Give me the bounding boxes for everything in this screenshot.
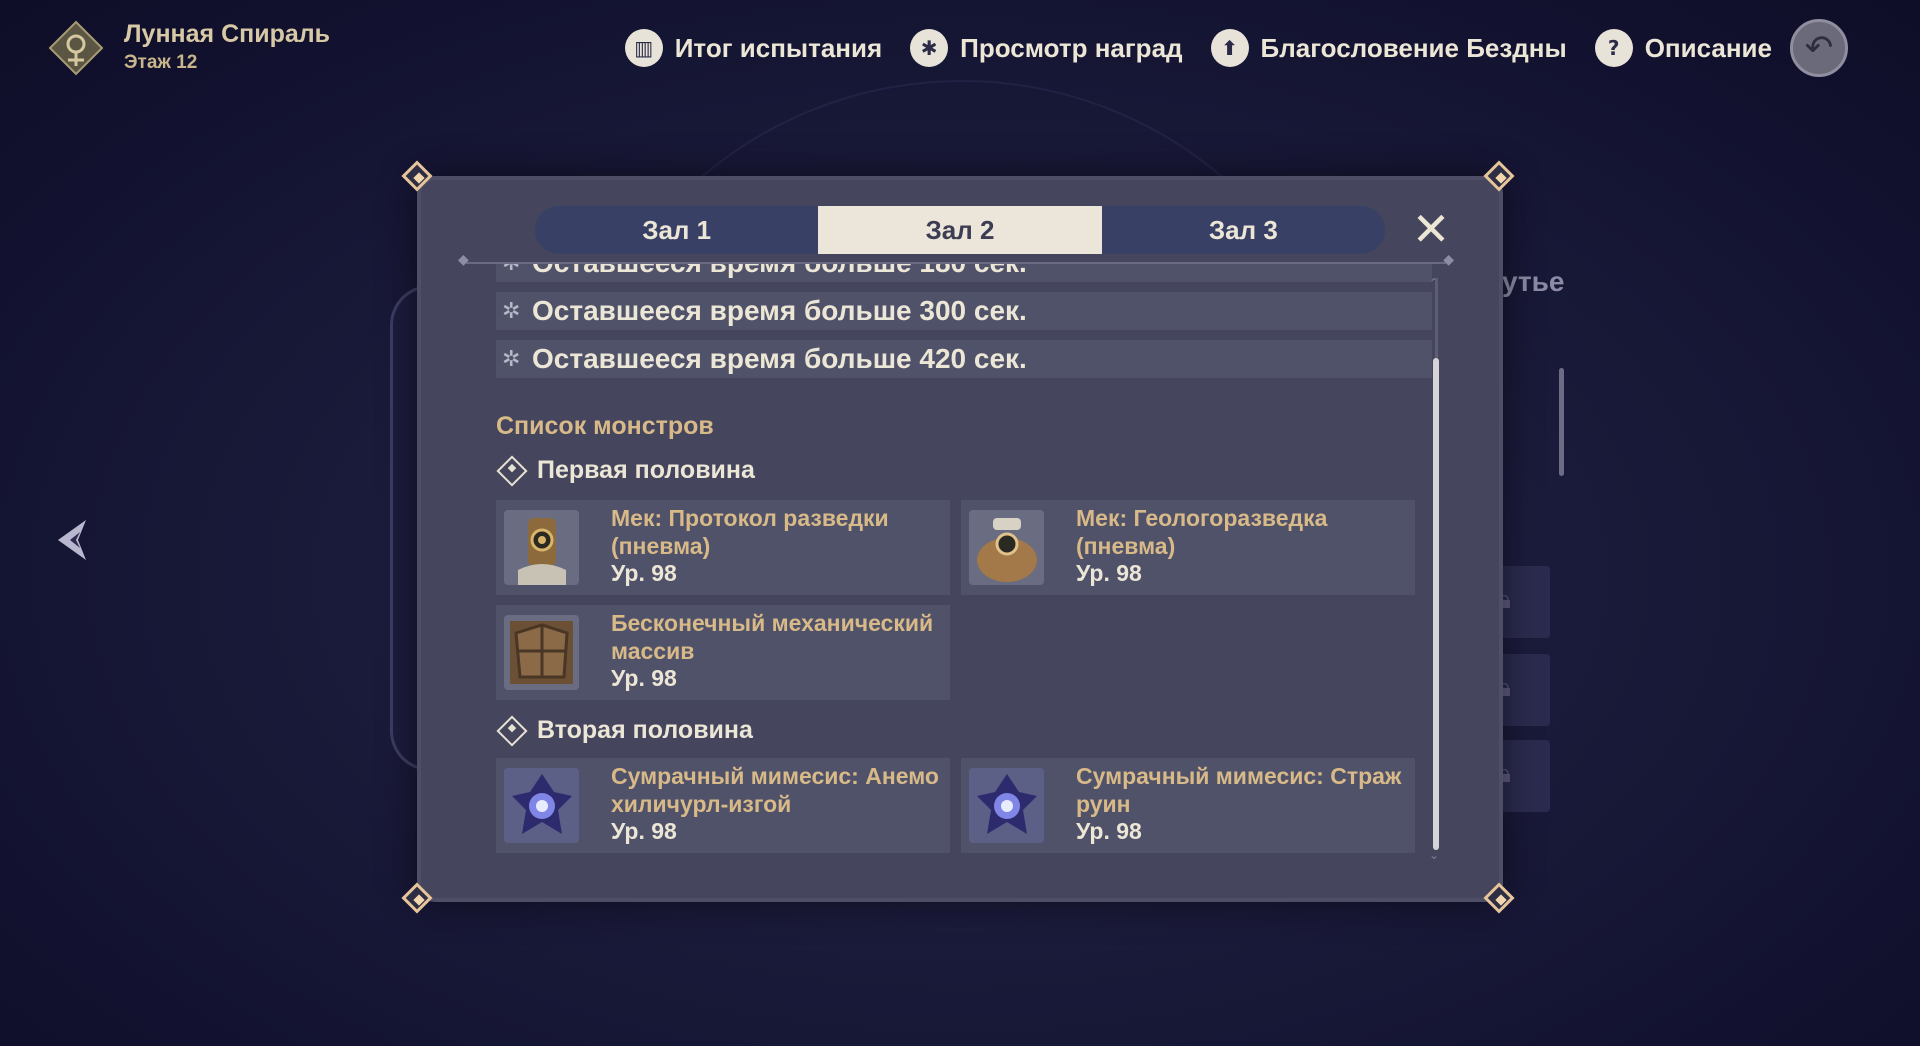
half-label: Первая половина (537, 456, 755, 484)
tab-chamber-2[interactable]: Зал 2 (818, 206, 1102, 254)
mechanical-array-icon (504, 615, 579, 690)
monster-name: Сумрачный мимесис: Страж руин (1076, 763, 1402, 817)
corner-ornament-icon (403, 162, 435, 194)
scroll-down-icon: ⌄ (1429, 848, 1440, 862)
second-half-header: Вторая половина (496, 714, 753, 747)
book-icon: ▥ (624, 29, 663, 67)
monster-list-title: Список монстров (496, 412, 714, 440)
mek-geology-icon (969, 510, 1044, 585)
shadowy-mimesis-icon (504, 768, 579, 843)
corner-ornament-icon (1485, 884, 1517, 916)
close-icon: ✕ (1411, 202, 1451, 256)
floor-label: Этаж 12 (124, 52, 198, 73)
monster-level: Ур. 98 (611, 665, 677, 691)
monster-card[interactable]: Мек: Протокол разведки (пневма) Ур. 98 (496, 500, 950, 595)
monster-level: Ур. 98 (1076, 818, 1142, 844)
back-arrow-icon: ↶ (1804, 28, 1834, 68)
monster-name: Сумрачный мимесис: Анемо хиличурл-изгой (611, 763, 939, 817)
monster-name: Бесконечный механический массив (611, 610, 934, 664)
star-icon: ✲ (502, 298, 521, 324)
star-icon: ✲ (502, 346, 521, 372)
monster-name: Мек: Протокол разведки (пневма) (611, 505, 889, 559)
background-text: утье (1502, 266, 1565, 297)
view-rewards-button[interactable]: ✱ Просмотр наград (910, 29, 1183, 67)
condition-row: ✲ Оставшееся время больше 420 сек. (496, 340, 1432, 378)
back-button[interactable]: ↶ (1790, 19, 1848, 77)
condition-row: ✲ Оставшееся время больше 180 сек. (496, 264, 1432, 282)
nav-label: Описание (1644, 32, 1772, 63)
first-half-header: Первая половина (496, 454, 755, 487)
condition-row: ✲ Оставшееся время больше 300 сек. (496, 292, 1432, 330)
corner-ornament-icon (1485, 162, 1517, 194)
monster-card[interactable]: Сумрачный мимесис: Анемо хиличурл-изгой … (496, 758, 950, 853)
monster-card[interactable]: Бесконечный механический массив Ур. 98 (496, 605, 950, 700)
nav-label: Просмотр наград (960, 32, 1183, 63)
abyss-blessing-button[interactable]: ⬆ Благословение Бездны (1210, 29, 1567, 67)
diamond-icon (496, 454, 528, 487)
chamber-details-modal: Зал 1 Зал 2 Зал 3 ✕ ✲ Оставшееся время б… (421, 180, 1499, 898)
scrollbar-thumb[interactable] (1433, 358, 1439, 850)
mek-recon-icon (504, 510, 579, 585)
challenge-summary-button[interactable]: ▥ Итог испытания (624, 29, 883, 67)
background-scrollbar (1559, 368, 1564, 476)
diamond-icon (496, 714, 528, 747)
tab-chamber-1[interactable]: Зал 1 (535, 206, 818, 254)
page-title: Лунная Спираль (124, 20, 331, 48)
question-icon: ? (1594, 29, 1633, 67)
star-badge-icon: ✱ (910, 29, 949, 67)
monster-level: Ур. 98 (611, 560, 677, 586)
shadowy-mimesis-icon (969, 768, 1044, 843)
monster-level: Ур. 98 (1076, 560, 1142, 586)
star-icon: ✲ (502, 264, 532, 276)
condition-text: Оставшееся время больше 420 сек. (532, 343, 1027, 374)
nav-label: Благословение Бездны (1260, 32, 1567, 63)
spiral-abyss-logo-icon (48, 20, 104, 76)
top-nav: ▥ Итог испытания ✱ Просмотр наград ⬆ Бла… (597, 18, 1848, 78)
close-button[interactable]: ✕ (1409, 206, 1453, 252)
monster-level: Ур. 98 (611, 818, 677, 844)
monster-card[interactable]: Мек: Геологоразведка (пневма) Ур. 98 (961, 500, 1415, 595)
description-button[interactable]: ? Описание (1594, 29, 1772, 67)
monster-card[interactable]: Сумрачный мимесис: Страж руин Ур. 98 (961, 758, 1415, 853)
nav-label: Итог испытания (674, 32, 883, 63)
half-label: Вторая половина (537, 716, 753, 744)
previous-arrow-icon[interactable] (54, 518, 94, 562)
chamber-content[interactable]: ✲ Оставшееся время больше 180 сек. ✲ Ост… (496, 264, 1432, 876)
chamber-tabs: Зал 1 Зал 2 Зал 3 (535, 206, 1385, 254)
condition-text: Оставшееся время больше 180 сек. (532, 264, 1027, 279)
tab-chamber-3[interactable]: Зал 3 (1102, 206, 1385, 254)
corner-ornament-icon (403, 884, 435, 916)
up-arrow-icon: ⬆ (1210, 29, 1249, 67)
condition-text: Оставшееся время больше 300 сек. (532, 295, 1027, 326)
monster-name: Мек: Геологоразведка (пневма) (1076, 505, 1328, 559)
